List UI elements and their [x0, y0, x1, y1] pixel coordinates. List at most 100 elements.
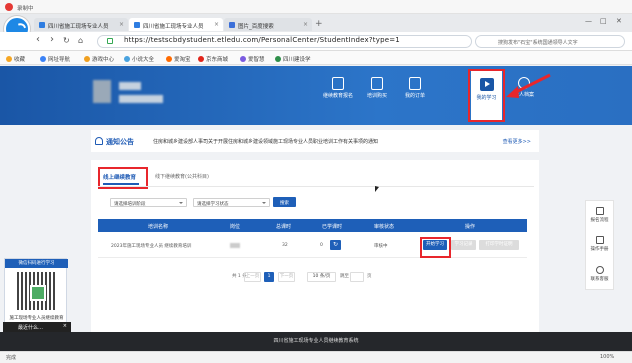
bookmark-label: 爱智慧: [248, 57, 265, 63]
recorder-label: 录制中: [17, 6, 34, 12]
nav-label: 继续教育报名: [322, 93, 353, 99]
close-icon[interactable]: ×: [119, 21, 124, 28]
nav-enroll[interactable]: 继续教育报名: [321, 77, 355, 99]
notice-text[interactable]: 住房和城乡建设部人事司关于开展住房和城乡建设领域施工现场专业人员职业培训工作有关…: [153, 138, 378, 145]
avatar: [93, 80, 111, 103]
browser-tab-2[interactable]: 四川省施工现场专业人员 ×: [129, 18, 223, 31]
browser-status-bar: 完成 100%: [0, 351, 632, 363]
close-icon[interactable]: ×: [303, 21, 308, 28]
column-header: 总课时: [276, 224, 292, 230]
bookmark-item[interactable]: 四川建设学: [275, 55, 311, 63]
user-info-blurred: [119, 95, 163, 103]
next-page-button[interactable]: 下一页: [278, 272, 295, 282]
page-size-select[interactable]: 10 条/页: [307, 272, 336, 282]
id-card-icon: [595, 207, 604, 215]
page-1-button[interactable]: 1: [264, 272, 274, 282]
browser-tab-3[interactable]: 图片_百度搜索 ×: [224, 18, 312, 31]
arrow-annotation: [506, 73, 551, 98]
bookmark-item[interactable]: 网址导航: [40, 55, 70, 63]
search-placeholder: 搜狗发布"石宝"系统国通领导人文字: [498, 40, 578, 46]
highlight-box: [420, 237, 451, 258]
window-close-icon[interactable]: ✕: [616, 17, 622, 25]
back-icon[interactable]: ‹: [36, 34, 40, 45]
divider: [98, 186, 534, 187]
forward-icon[interactable]: ›: [50, 34, 54, 45]
bookmark-label: 网址导航: [48, 57, 71, 63]
notice-bar: 通知公告 住房和城乡建设部人事司关于开展住房和城乡建设领域施工现场专业人员职业培…: [91, 130, 539, 152]
monitor-icon: [371, 77, 383, 90]
learned-hours: 0: [320, 243, 323, 248]
print-certificate-button[interactable]: 打印学时证明: [479, 240, 519, 250]
goto-input[interactable]: [350, 272, 364, 282]
position-blurred: [230, 243, 240, 248]
taobao-icon: [166, 56, 172, 62]
leaf-icon: [275, 56, 281, 62]
sidebar-item-manual[interactable]: 操作手册: [585, 236, 614, 252]
see-more-link[interactable]: 查看更多>>: [503, 138, 531, 145]
zoom-level[interactable]: 100%: [600, 354, 614, 360]
nav-purchase[interactable]: 培训购买: [360, 77, 394, 99]
close-icon[interactable]: ×: [214, 21, 219, 28]
globe-icon: [40, 56, 46, 62]
sidebar-item-process[interactable]: 报名流程: [585, 207, 614, 223]
course-name: 2023年施工现场专业人员 继续教育培训: [111, 244, 192, 249]
user-name-blurred: [119, 82, 141, 90]
column-header: 培训名称: [148, 224, 169, 230]
column-header: 审核状态: [374, 224, 395, 230]
prev-page-button[interactable]: 上一页: [244, 272, 261, 282]
qr-header: 微信扫码进行学习: [5, 259, 68, 268]
column-header: 岗位: [230, 224, 241, 230]
nav-label: 我的订单: [404, 93, 425, 99]
document-icon: [332, 77, 344, 90]
reload-icon[interactable]: ↻: [63, 36, 70, 45]
nav-orders[interactable]: 我的订单: [398, 77, 432, 99]
qr-footer: 施工现场专业人员继续教育: [9, 316, 64, 321]
url-text: https://testscbdystudent.etledu.com/Pers…: [124, 36, 400, 44]
status-select[interactable]: 请选择学习状态: [193, 198, 270, 207]
browser-search-field[interactable]: 搜狗发布"石宝"系统国通领导人文字: [475, 35, 625, 48]
bookmark-item[interactable]: 京东商城: [198, 55, 228, 63]
bookmark-label: 爱淘宝: [174, 57, 191, 63]
search-button[interactable]: 搜索: [273, 197, 296, 207]
new-tab-icon[interactable]: +: [315, 19, 323, 29]
learning-record-button[interactable]: 学习记录: [451, 240, 476, 250]
notice-title: 通知公告: [106, 138, 134, 146]
bookmark-label: 京东商城: [206, 57, 229, 63]
refresh-icon[interactable]: ↻: [330, 240, 341, 250]
bell-icon: [95, 137, 103, 145]
mouse-cursor-icon: [375, 186, 379, 192]
minimize-icon[interactable]: —: [585, 17, 592, 25]
bookmark-label: 四川建设学: [283, 57, 311, 63]
favicon-icon: [134, 22, 140, 28]
close-icon[interactable]: ×: [63, 323, 67, 329]
highlight-box: [468, 69, 505, 122]
recorder-bar: 录制中: [0, 0, 632, 14]
tab-label: 四川省施工现场专业人员: [143, 24, 204, 30]
bookmark-label: 小说大全: [132, 57, 155, 63]
bookmark-item[interactable]: 收藏: [6, 55, 25, 63]
browser-tab-1[interactable]: 四川省施工现场专业人员 ×: [34, 18, 128, 31]
bookmark-item[interactable]: 小说大全: [124, 55, 154, 63]
qr-panel: 微信扫码进行学习 施工现场专业人员继续教育: [4, 258, 68, 328]
bookmark-item[interactable]: 爱淘宝: [166, 55, 191, 63]
nav-label: 培训购买: [366, 93, 387, 99]
maximize-icon[interactable]: □: [600, 17, 607, 25]
goto-label: 跳至: [340, 274, 349, 279]
book-icon: [595, 236, 604, 244]
bookmark-item[interactable]: 爱智慧: [240, 55, 265, 63]
game-icon: [84, 56, 90, 62]
tab-offline-education[interactable]: 线下继续教育(公共科目): [155, 173, 209, 180]
sidebar-item-support[interactable]: 联系客服: [585, 266, 614, 282]
star-icon: [6, 56, 12, 62]
site-footer: 四川省施工现场专业人员继续教育系统: [0, 332, 632, 351]
bookmark-label: 游戏中心: [92, 57, 115, 63]
qr-code-image: [17, 272, 55, 310]
bookmark-item[interactable]: 游戏中心: [84, 55, 114, 63]
favicon-icon: [39, 22, 45, 28]
total-hours: 32: [282, 243, 288, 248]
home-icon[interactable]: ⌂: [78, 36, 83, 45]
book-icon: [124, 56, 130, 62]
audit-status: 审核中: [374, 244, 388, 249]
stage-select[interactable]: 请选择培训阶段: [110, 198, 187, 207]
tab-label: 图片_百度搜索: [238, 24, 274, 30]
